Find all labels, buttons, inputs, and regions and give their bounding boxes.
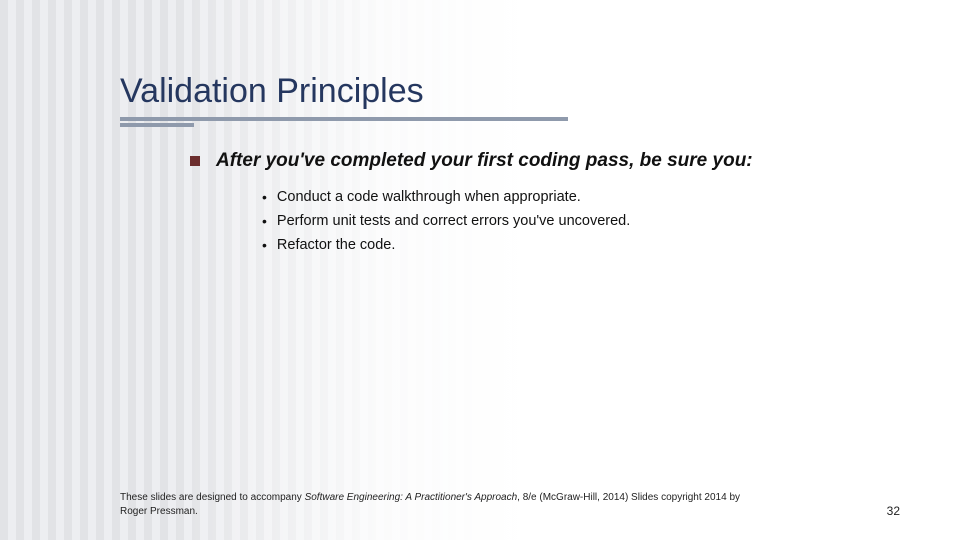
dot-bullet-icon: • (262, 211, 267, 231)
square-bullet-icon (190, 156, 200, 166)
sub-bullet-list: • Conduct a code walkthrough when approp… (190, 187, 930, 255)
slide-title: Validation Principles (120, 72, 960, 111)
slide-content: Validation Principles After you've compl… (0, 0, 960, 255)
list-item: • Refactor the code. (262, 235, 930, 255)
list-item: • Perform unit tests and correct errors … (262, 211, 930, 231)
slide: Validation Principles After you've compl… (0, 0, 960, 540)
list-item: • Conduct a code walkthrough when approp… (262, 187, 930, 207)
main-bullet-item: After you've completed your first coding… (190, 149, 930, 173)
footer: These slides are designed to accompany S… (120, 491, 900, 518)
title-underline-long (120, 117, 568, 121)
dot-bullet-icon: • (262, 187, 267, 207)
body-block: After you've completed your first coding… (0, 127, 960, 255)
sub-bullet-text: Refactor the code. (277, 235, 396, 255)
sub-bullet-text: Perform unit tests and correct errors yo… (277, 211, 630, 231)
title-block: Validation Principles (0, 0, 960, 127)
footer-attribution: These slides are designed to accompany S… (120, 491, 760, 518)
footer-prefix: These slides are designed to accompany (120, 492, 305, 503)
footer-book-title: Software Engineering: A Practitioner's A… (305, 492, 518, 503)
dot-bullet-icon: • (262, 235, 267, 255)
page-number: 32 (887, 504, 900, 518)
sub-bullet-text: Conduct a code walkthrough when appropri… (277, 187, 581, 207)
main-bullet-text: After you've completed your first coding… (216, 149, 753, 173)
